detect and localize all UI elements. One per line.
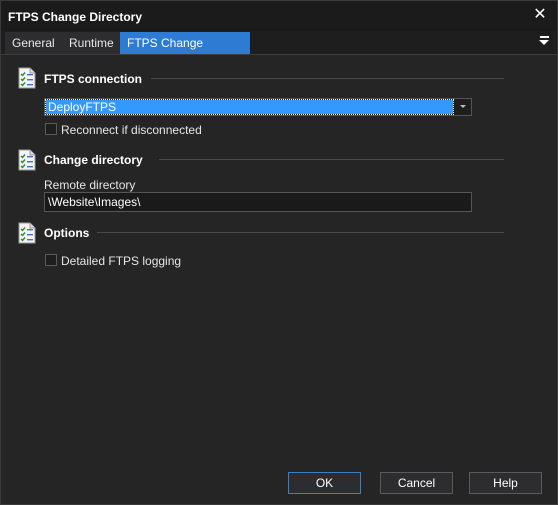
detailed-logging-label: Detailed FTPS logging bbox=[61, 254, 182, 268]
remote-directory-label: Remote directory bbox=[44, 178, 136, 192]
section-title-ftps-connection: FTPS connection bbox=[44, 72, 143, 86]
reconnect-label: Reconnect if disconnected bbox=[61, 123, 202, 137]
close-icon[interactable]: ✕ bbox=[531, 6, 549, 24]
section-divider bbox=[159, 159, 504, 160]
cancel-button[interactable]: Cancel bbox=[380, 472, 453, 494]
tab-ftps-change-directory[interactable]: FTPS Change Directory bbox=[120, 32, 251, 72]
ftps-connection-dropdown[interactable]: DeployFTPS bbox=[44, 98, 472, 116]
checklist-icon bbox=[18, 222, 36, 244]
reconnect-checkbox[interactable] bbox=[45, 123, 57, 135]
tab-content: FTPS connection DeployFTPS Reconnect if … bbox=[1, 55, 557, 455]
section-divider bbox=[97, 232, 504, 233]
dropdown-selected-value: DeployFTPS bbox=[45, 99, 454, 115]
ok-button[interactable]: OK bbox=[288, 472, 361, 494]
dialog-window: FTPS Change Directory ✕ General Runtime … bbox=[0, 0, 558, 505]
tab-runtime[interactable]: Runtime bbox=[62, 32, 122, 54]
remote-directory-input[interactable]: \Website\Images\ bbox=[44, 192, 472, 212]
help-button[interactable]: Help bbox=[469, 472, 542, 494]
detailed-logging-checkbox[interactable] bbox=[45, 254, 57, 266]
tab-menu-icon[interactable] bbox=[539, 36, 551, 48]
checklist-icon bbox=[18, 149, 36, 171]
tab-general[interactable]: General bbox=[5, 32, 63, 54]
section-divider bbox=[151, 78, 504, 79]
chevron-down-icon[interactable] bbox=[460, 105, 466, 108]
section-title-options: Options bbox=[44, 226, 90, 240]
window-title: FTPS Change Directory bbox=[8, 10, 143, 24]
title-bar: FTPS Change Directory ✕ bbox=[1, 1, 557, 31]
section-title-change-directory: Change directory bbox=[44, 153, 143, 167]
checklist-icon bbox=[18, 67, 36, 89]
tab-bar: General Runtime FTPS Change Directory bbox=[1, 31, 557, 72]
